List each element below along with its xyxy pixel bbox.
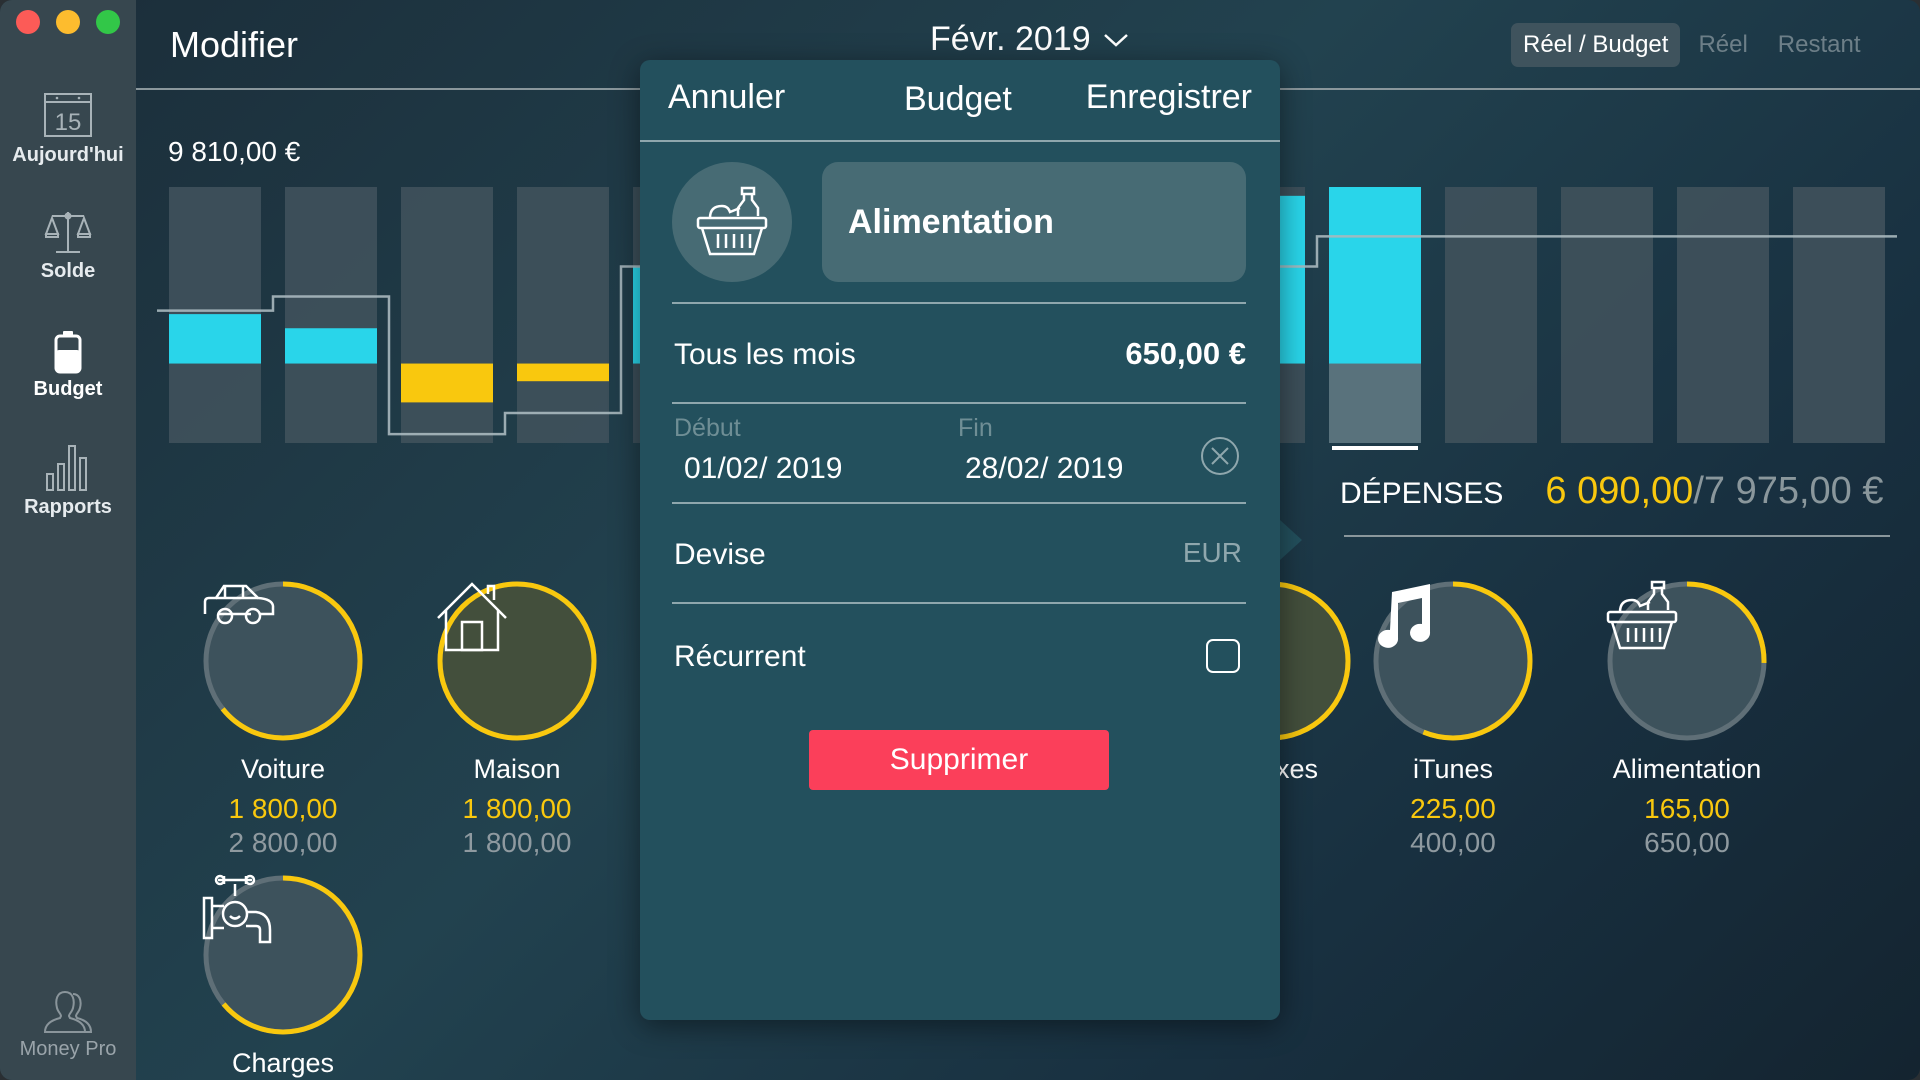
chart-bar-track	[401, 187, 493, 443]
house-icon	[437, 582, 507, 652]
chart-bar	[169, 314, 261, 364]
divider	[672, 502, 1246, 504]
chart-bar-track	[1677, 187, 1769, 443]
chart-bar-track	[1793, 187, 1885, 443]
currency-value[interactable]: EUR	[1183, 537, 1242, 569]
chart-bar	[517, 363, 609, 382]
progress-ring	[436, 580, 598, 742]
chart-bar-track	[1445, 187, 1537, 443]
car-icon	[203, 584, 275, 625]
category-name: Voiture	[240, 754, 326, 784]
end-date-label: Fin	[958, 414, 993, 442]
recurring-label: Récurrent	[674, 640, 806, 673]
category-voiture[interactable]: Voiture 1 800,00 2 800,00	[183, 580, 383, 859]
clear-date-icon[interactable]	[1200, 436, 1240, 476]
chart-bar-track	[517, 187, 609, 443]
category-actual: 1 800,00	[462, 793, 572, 824]
period-label[interactable]: Tous les mois	[674, 338, 856, 372]
expenses-divider	[1344, 535, 1890, 537]
popover-header-divider	[640, 140, 1280, 142]
category-maison[interactable]: Maison 1 800,00 1 800,00	[417, 580, 617, 859]
chart-selected-indicator	[1332, 446, 1418, 450]
progress-ring	[1606, 580, 1768, 742]
category-budget: 1 800,00	[462, 827, 572, 858]
chart-bar-track	[1561, 187, 1653, 443]
category-budget: 650,00	[1644, 827, 1730, 858]
chart-bar	[401, 363, 493, 403]
category-name-field[interactable]: Alimentation	[822, 162, 1246, 282]
category-name: Maison	[473, 754, 561, 784]
delete-button[interactable]: Supprimer	[809, 730, 1109, 790]
category-itunes[interactable]: iTunes 225,00 400,00	[1353, 580, 1553, 859]
category-name: Charges	[231, 1048, 335, 1078]
expenses-label: DÉPENSES	[1340, 477, 1504, 510]
expenses-actual: 6 090,00	[1545, 470, 1694, 512]
expenses-budget: 7 975,00 €	[1703, 470, 1884, 512]
currency-label[interactable]: Devise	[674, 538, 766, 572]
cancel-button[interactable]: Annuler	[668, 78, 785, 117]
expenses-separator: /	[1693, 470, 1704, 512]
sidebar-item-label: Rapports	[24, 496, 112, 518]
app-window: 15 Aujourd'hui Solde Budget Rapports Mon…	[0, 0, 1920, 1080]
progress-ring	[202, 580, 364, 742]
recurring-checkbox[interactable]	[1206, 639, 1240, 673]
chart-bar-track	[285, 187, 377, 443]
category-name: Alimentation	[1612, 754, 1762, 784]
progress-ring	[202, 874, 364, 1036]
progress-ring	[1372, 580, 1534, 742]
amount-field[interactable]: 650,00 €	[1125, 336, 1246, 372]
category-budget: 2 800,00	[228, 827, 338, 858]
popover-title: Budget	[904, 80, 1012, 118]
end-date-field[interactable]: 28/02/ 2019	[965, 452, 1123, 486]
chart-bar	[285, 328, 377, 364]
divider	[672, 402, 1246, 404]
edit-budget-popover: Annuler Budget Enregistrer Alimentation …	[640, 60, 1280, 1020]
faucet-icon	[202, 874, 272, 944]
grocery-basket-icon	[696, 186, 768, 256]
divider	[672, 302, 1246, 304]
divider	[672, 602, 1246, 604]
sidebar-footer-account[interactable]: Money Pro	[0, 990, 136, 1061]
start-date-label: Début	[674, 414, 741, 442]
popover-arrow	[1280, 520, 1302, 560]
category-actual: 225,00	[1410, 793, 1496, 824]
category-budget: 400,00	[1410, 827, 1496, 858]
grocery-basket-icon	[1606, 580, 1678, 650]
expenses-summary: DÉPENSES 6 090,00 / 7 975,00 €	[1340, 470, 1883, 513]
sidebar-item-label: Money Pro	[19, 1038, 117, 1060]
category-actual: 165,00	[1644, 793, 1730, 824]
category-name: iTunes	[1412, 754, 1494, 784]
start-date-field[interactable]: 01/02/ 2019	[684, 452, 842, 486]
category-icon-picker[interactable]	[672, 162, 792, 282]
category-actual: 1 800,00	[228, 793, 338, 824]
users-icon	[43, 990, 93, 1033]
chart-bar	[1329, 187, 1421, 364]
category-alimentation[interactable]: Alimentation 165,00 650,00	[1587, 580, 1787, 859]
category-charges[interactable]: Charges	[183, 874, 383, 1079]
save-button[interactable]: Enregistrer	[1086, 78, 1252, 117]
music-note-icon	[1378, 584, 1431, 648]
